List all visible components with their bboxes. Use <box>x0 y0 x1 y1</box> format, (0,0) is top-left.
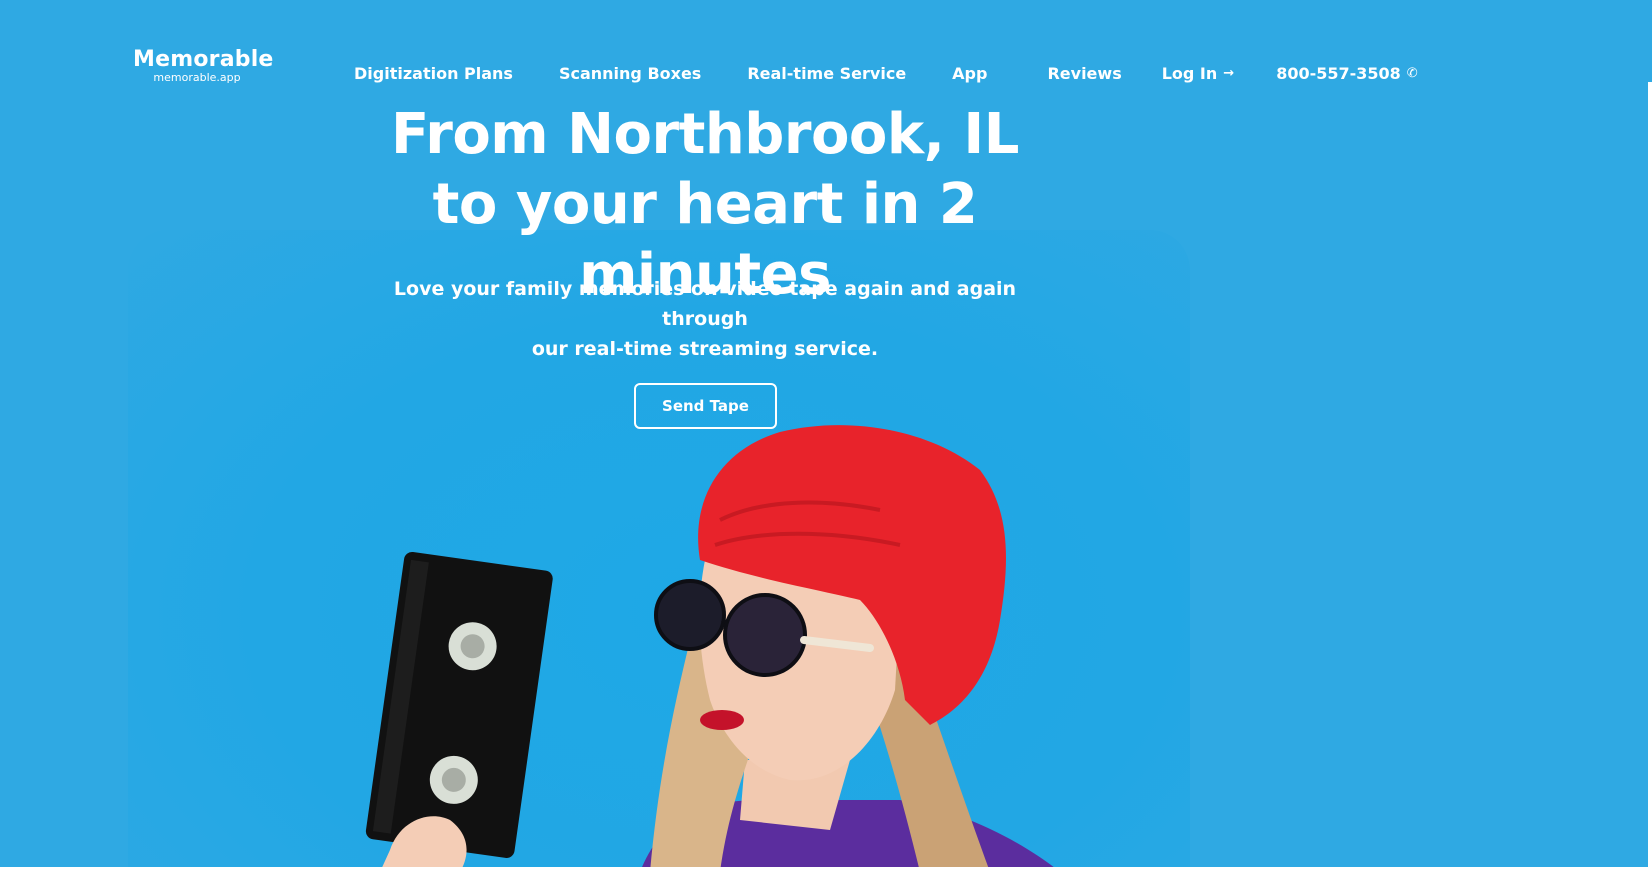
hero-subtitle-line1: Love your family memories on video tape … <box>393 278 1017 330</box>
hero-subtitle: Love your family memories on video tape … <box>370 274 1040 364</box>
landing-page: Memorable memorable.app Digitization Pla… <box>0 0 1652 872</box>
nav-phone[interactable]: 800-557-3508 ✆ <box>1276 64 1418 83</box>
right-edge-strip <box>1648 82 1652 872</box>
nav-reviews[interactable]: Reviews <box>1047 64 1121 83</box>
nav-digitization-plans[interactable]: Digitization Plans <box>354 64 513 83</box>
arrow-right-icon: → <box>1223 66 1235 81</box>
phone-icon: ✆ <box>1406 66 1418 81</box>
site-logo[interactable]: Memorable memorable.app <box>133 47 274 84</box>
send-tape-button[interactable]: Send Tape <box>634 383 777 429</box>
nav-scanning-boxes[interactable]: Scanning Boxes <box>559 64 701 83</box>
nav-log-in[interactable]: Log In → <box>1162 64 1234 83</box>
bottom-edge-strip <box>0 867 1652 872</box>
logo-domain: memorable.app <box>153 71 241 84</box>
nav-log-in-label: Log In <box>1161 64 1218 83</box>
nav-app[interactable]: App <box>952 64 987 83</box>
nav-phone-label: 800-557-3508 <box>1276 64 1401 83</box>
nav-real-time-service[interactable]: Real-time Service <box>747 64 906 83</box>
hero-subtitle-line2: our real-time streaming service. <box>531 338 879 360</box>
logo-title: Memorable <box>133 47 274 72</box>
hero-title-line1: From Northbrook, IL <box>391 102 1019 167</box>
main-nav: Digitization Plans Scanning Boxes Real-t… <box>354 64 1418 83</box>
